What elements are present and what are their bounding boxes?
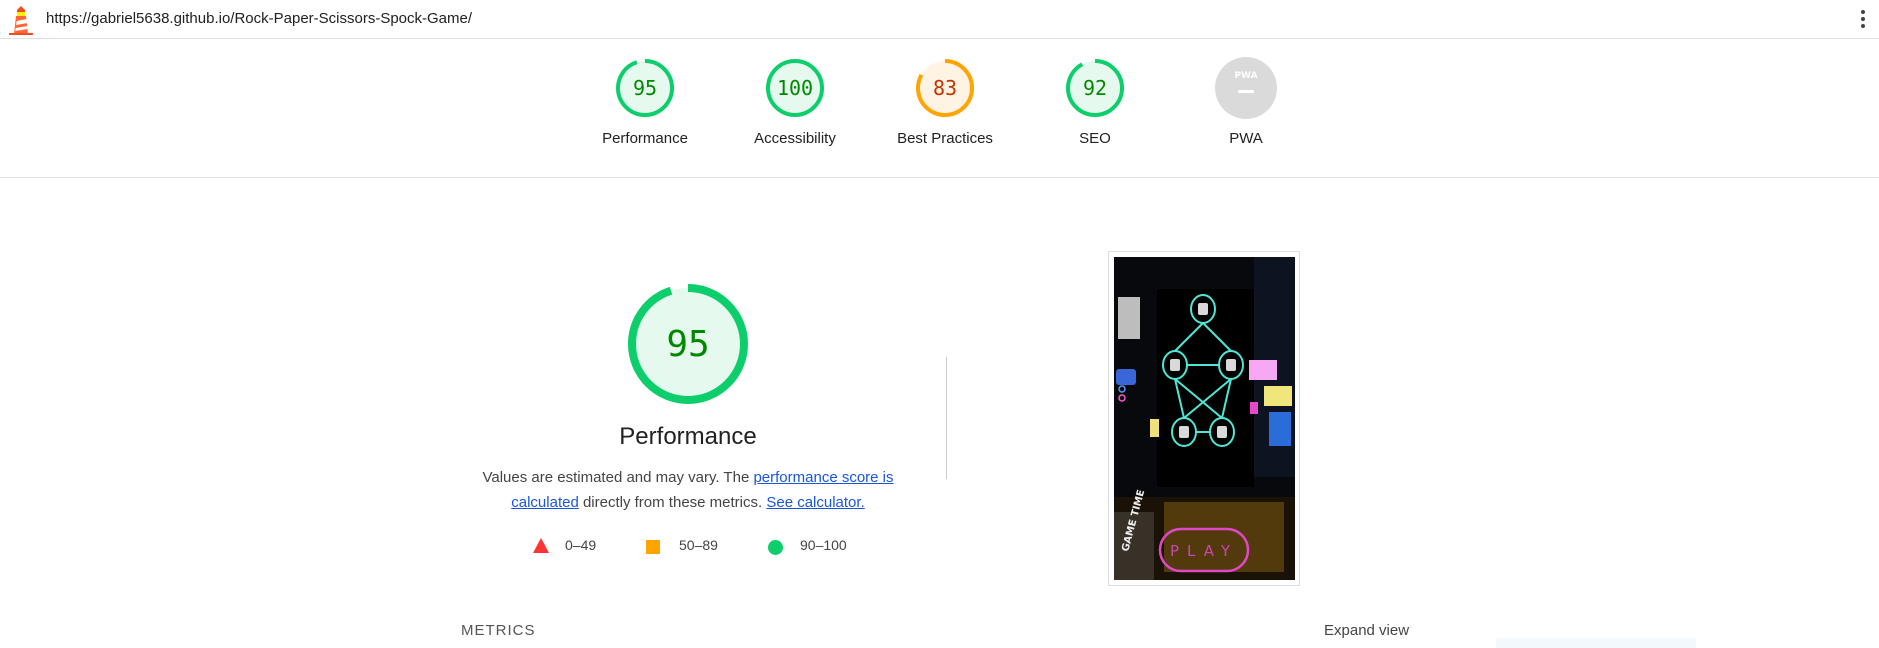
report-url: https://gabriel5638.github.io/Rock-Paper… xyxy=(46,10,473,27)
pwa-badge-text: PWA xyxy=(1234,71,1257,81)
gauge-accessibility[interactable]: 100 Accessibility xyxy=(730,57,860,147)
scroll-hint xyxy=(1496,638,1696,648)
metrics-heading: METRICS xyxy=(461,622,536,639)
pwa-dash-icon xyxy=(1238,90,1254,93)
legend-range: 50–89 xyxy=(679,537,718,553)
score-value: 92 xyxy=(1083,76,1107,100)
score-label: SEO xyxy=(1079,130,1111,147)
score-ring: PWA xyxy=(1215,57,1277,119)
gauge-performance[interactable]: 95 Performance xyxy=(580,57,710,147)
gauge-pwa[interactable]: PWA PWA xyxy=(1181,57,1311,147)
legend-range: 90–100 xyxy=(800,537,847,553)
final-screenshot[interactable]: GAME TIME PLAY xyxy=(1108,251,1300,586)
score-value: 95 xyxy=(633,76,657,100)
divider xyxy=(946,357,947,479)
lighthouse-logo-icon xyxy=(9,6,33,35)
legend-range: 0–49 xyxy=(565,537,597,553)
legend-pass: 90–100 xyxy=(768,537,847,555)
final-screenshot-image: GAME TIME PLAY xyxy=(1114,257,1295,580)
score-ring: 83 xyxy=(916,59,974,117)
expand-view-toggle[interactable]: Expand view xyxy=(1324,622,1409,639)
score-label: Performance xyxy=(602,130,688,147)
score-value: 83 xyxy=(933,76,957,100)
score-ring: 95 xyxy=(616,59,674,117)
menu-kebab-icon[interactable] xyxy=(1857,8,1869,30)
gauge-seo[interactable]: 92 SEO xyxy=(1030,57,1160,147)
desc-text: directly from these metrics. xyxy=(578,494,767,511)
score-label: Best Practices xyxy=(897,130,993,147)
score-label: Accessibility xyxy=(754,130,836,147)
legend-average: 50–89 xyxy=(646,537,718,554)
average-square-icon xyxy=(646,540,660,554)
top-bar: https://gabriel5638.github.io/Rock-Paper… xyxy=(0,0,1879,39)
score-summary-strip: 95 Performance 100 Accessibility 83 Best Pr… xyxy=(0,39,1879,178)
legend-fail: 0–49 xyxy=(533,537,596,553)
score-label: PWA xyxy=(1229,130,1263,147)
desc-text: Values are estimated and may vary. The xyxy=(482,469,754,486)
score-value: 100 xyxy=(777,76,813,100)
score-ring: 92 xyxy=(1066,59,1124,117)
performance-title: Performance xyxy=(619,423,757,450)
thumbnail-play-text: PLAY xyxy=(1170,542,1238,560)
fail-triangle-icon xyxy=(533,538,549,553)
score-ring: 100 xyxy=(766,59,824,117)
see-calculator-link[interactable]: See calculator. xyxy=(766,494,864,511)
gauge-best-practices[interactable]: 83 Best Practices xyxy=(880,57,1010,147)
performance-score-value: 95 xyxy=(666,324,709,365)
performance-description: Values are estimated and may vary. The p… xyxy=(470,465,906,515)
screenshot-artwork: GAME TIME PLAY xyxy=(1114,257,1295,580)
performance-score-gauge: 95 xyxy=(628,284,748,404)
pass-circle-icon xyxy=(768,540,783,555)
